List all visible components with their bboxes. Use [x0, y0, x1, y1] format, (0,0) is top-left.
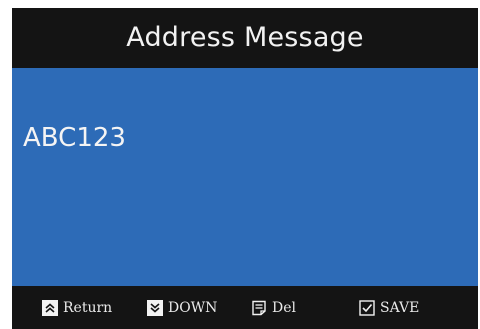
- delete-key-label: Del: [272, 300, 296, 316]
- checkbox-icon: [358, 299, 376, 317]
- document-icon: [250, 299, 268, 317]
- double-chevron-down-icon: [146, 299, 164, 317]
- save-key[interactable]: SAVE: [358, 298, 419, 318]
- down-key-label: DOWN: [168, 300, 218, 316]
- device-screen: Address Message ABC123 Return DOWN Del S…: [12, 8, 478, 329]
- down-key[interactable]: DOWN: [146, 298, 217, 318]
- return-key-label: Return: [63, 300, 113, 316]
- return-key[interactable]: Return: [41, 298, 112, 318]
- address-value[interactable]: ABC123: [23, 122, 126, 154]
- double-chevron-up-icon: [41, 299, 59, 317]
- message-content-area: ABC123: [12, 68, 478, 286]
- delete-key[interactable]: Del: [250, 298, 296, 318]
- save-key-label: SAVE: [380, 300, 420, 316]
- function-key-bar: Return DOWN Del SAVE: [12, 286, 478, 329]
- screen-title: Address Message: [12, 8, 478, 68]
